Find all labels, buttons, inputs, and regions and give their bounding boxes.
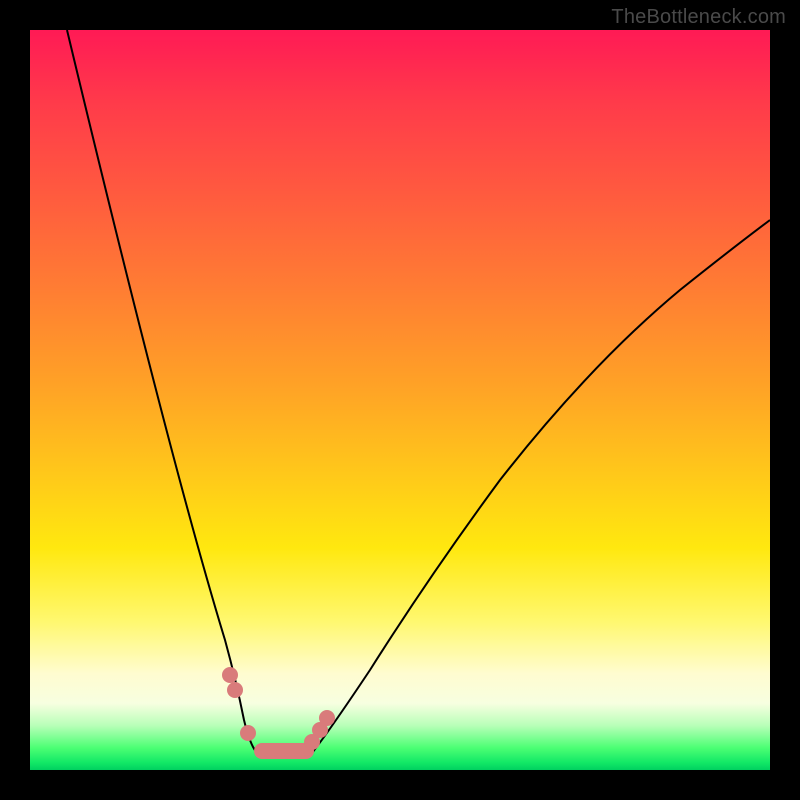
chart-frame: TheBottleneck.com [0, 0, 800, 800]
curve-right-branch [312, 220, 770, 753]
valley-marker [319, 710, 335, 726]
valley-marker [222, 667, 238, 683]
watermark-text: TheBottleneck.com [611, 6, 786, 29]
curve-left-branch [67, 30, 257, 753]
valley-marker [227, 682, 243, 698]
plot-area [30, 30, 770, 770]
valley-marker [240, 725, 256, 741]
bottleneck-curve [30, 30, 770, 770]
